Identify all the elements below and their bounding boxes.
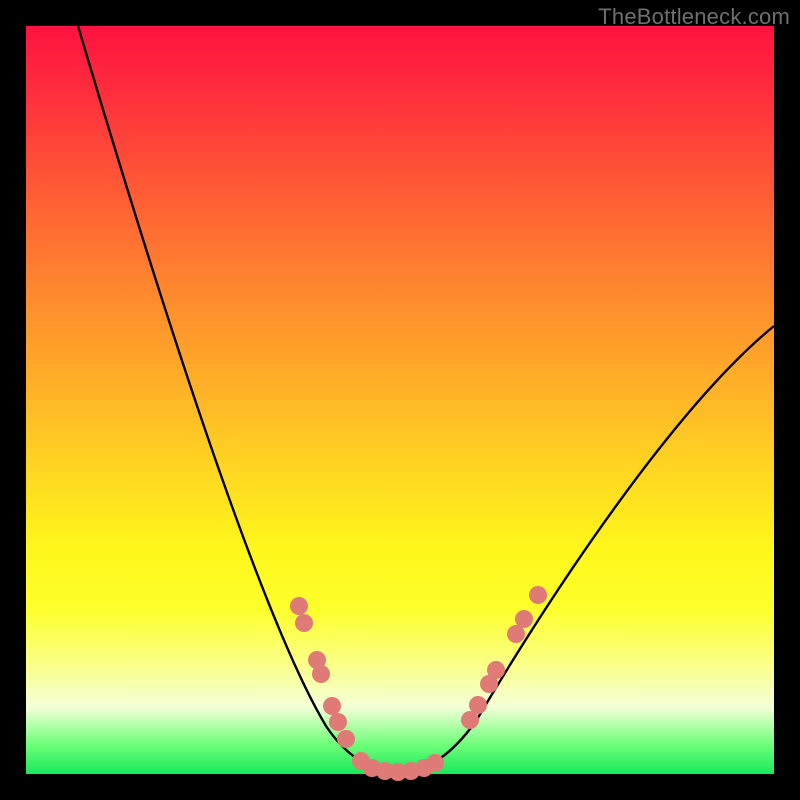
chart-area <box>26 26 774 774</box>
curve-markers <box>290 586 547 781</box>
curve-marker <box>529 586 547 604</box>
curve-marker <box>323 697 341 715</box>
curve-marker <box>295 614 313 632</box>
curve-marker <box>515 610 533 628</box>
curve-marker <box>469 696 487 714</box>
bottleneck-curve-svg <box>26 26 774 774</box>
curve-marker <box>426 754 444 772</box>
bottleneck-curve <box>78 26 774 772</box>
curve-marker <box>337 730 355 748</box>
curve-marker <box>290 597 308 615</box>
curve-marker <box>312 665 330 683</box>
watermark-text: TheBottleneck.com <box>598 4 790 30</box>
curve-marker <box>487 661 505 679</box>
curve-marker <box>329 713 347 731</box>
